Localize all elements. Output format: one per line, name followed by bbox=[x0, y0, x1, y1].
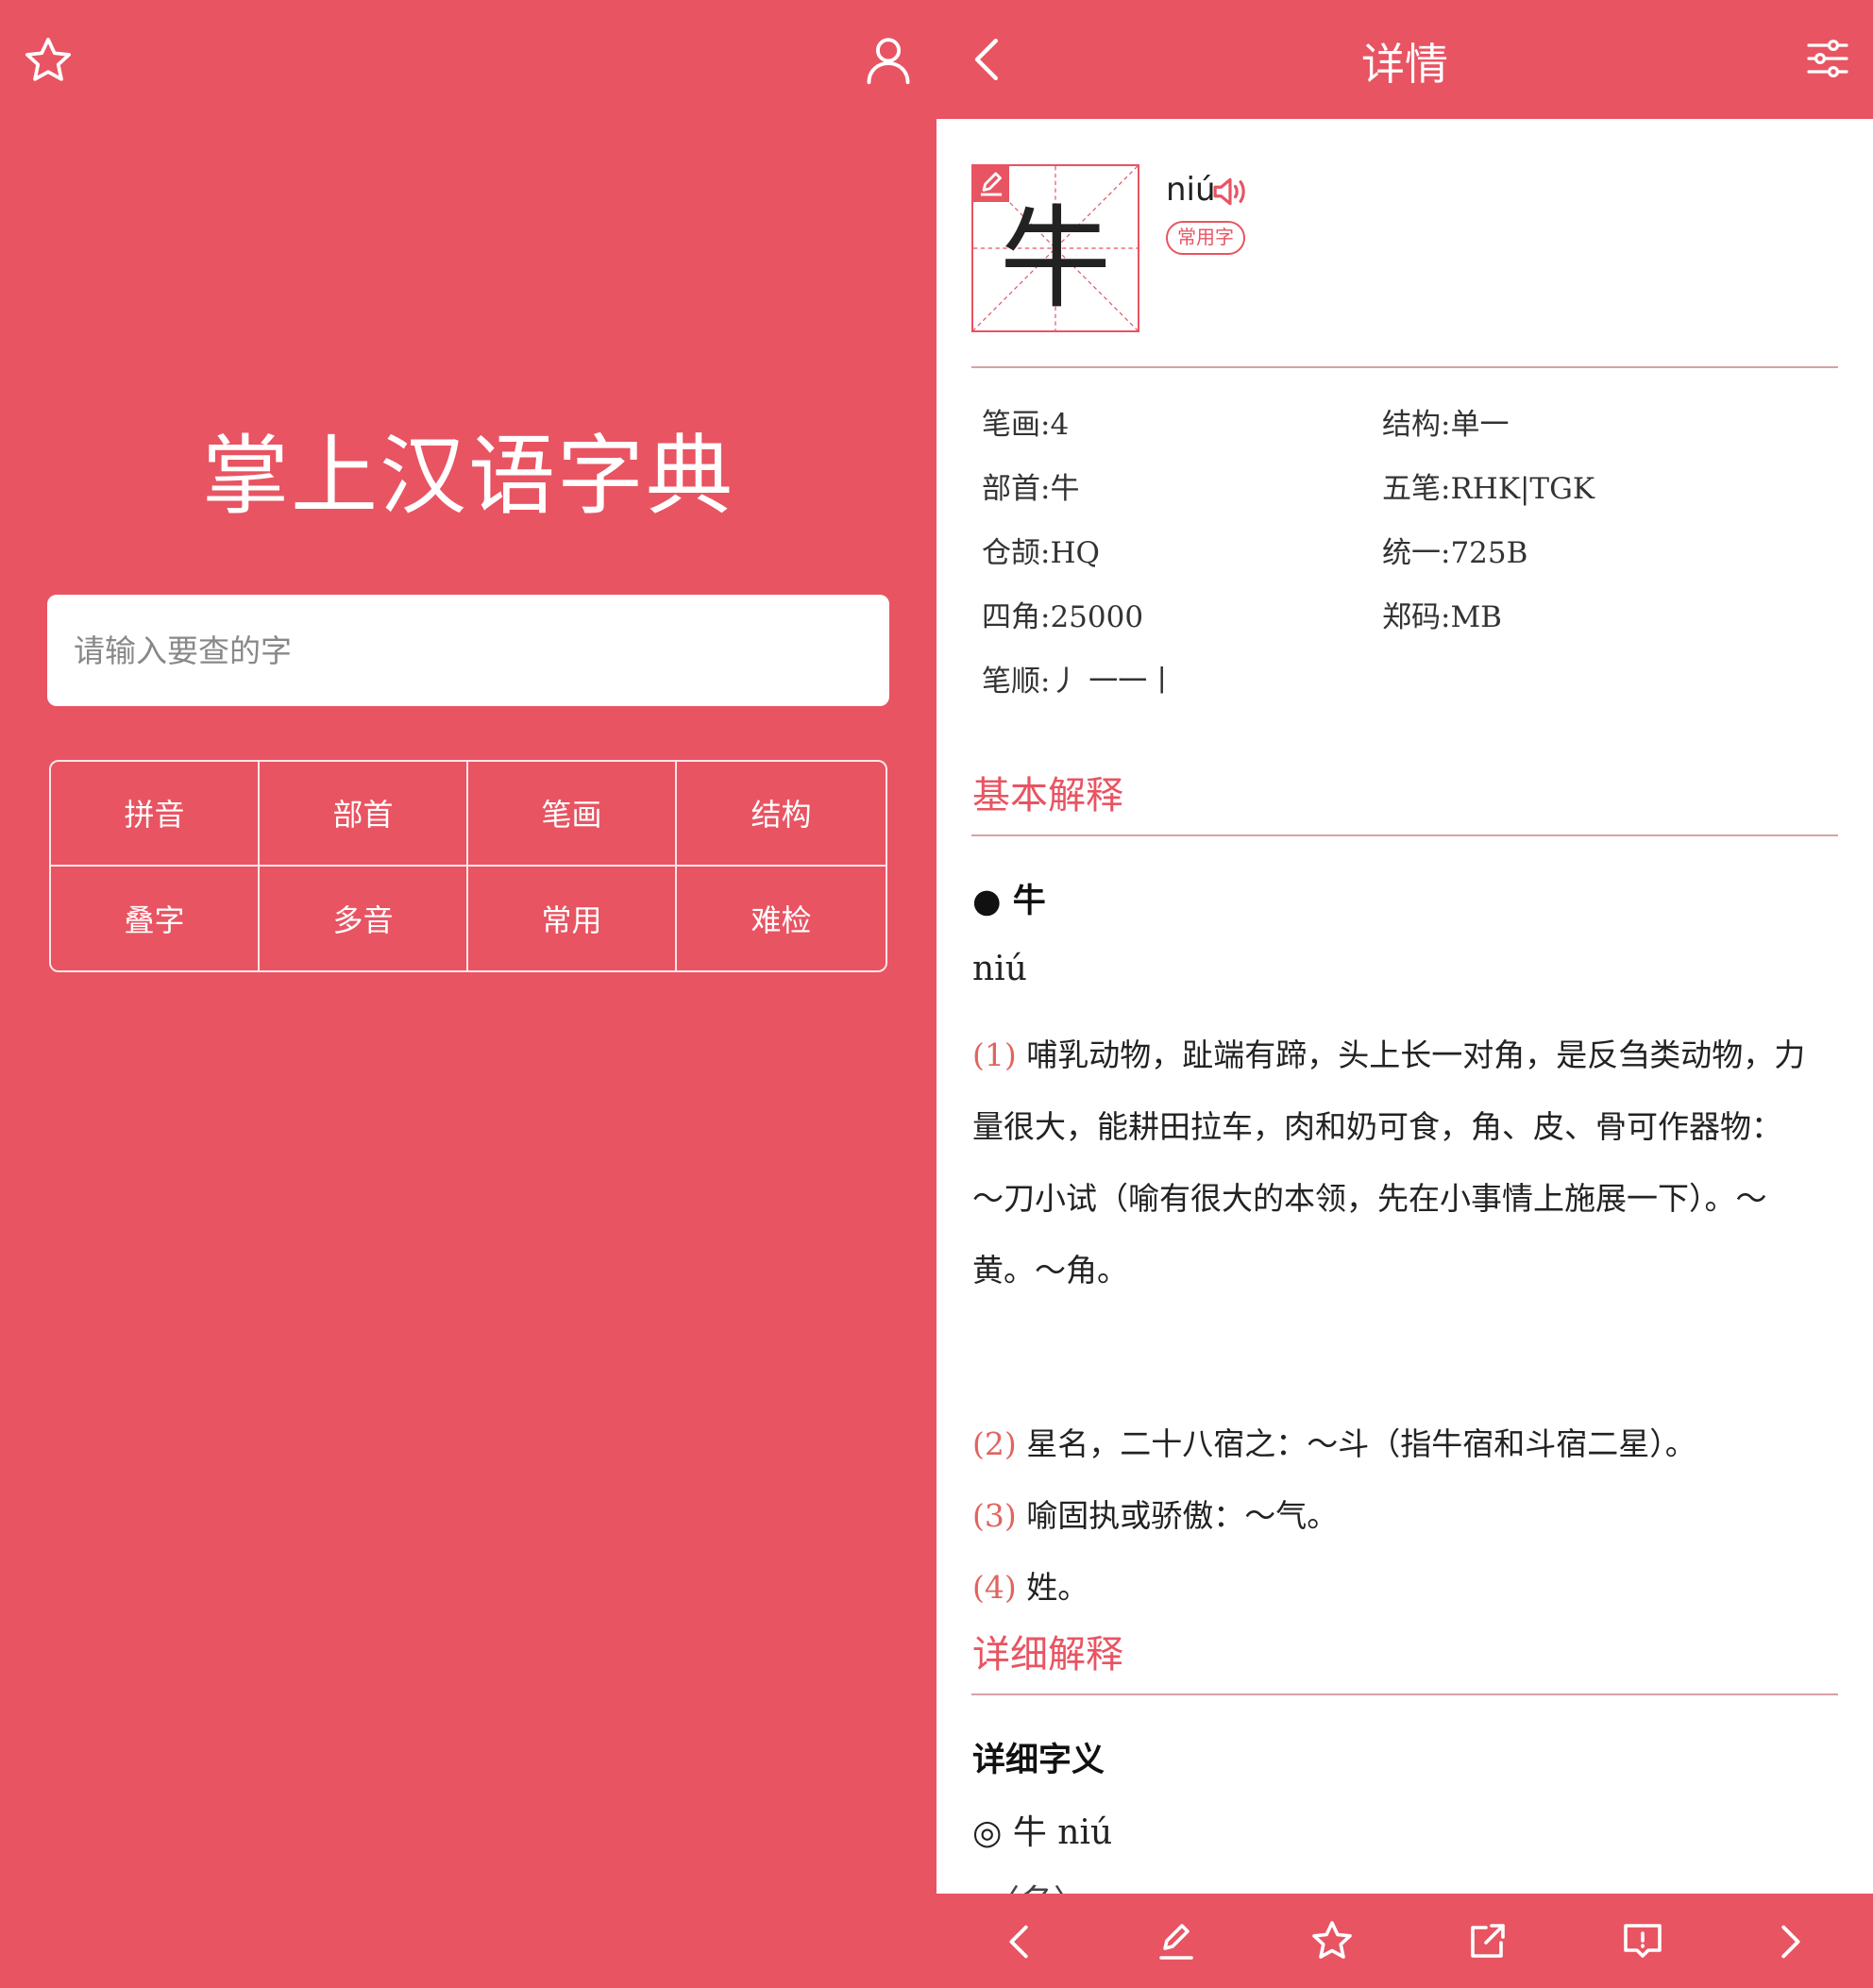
share-icon[interactable] bbox=[1465, 1918, 1510, 1963]
definition-number: (2) bbox=[972, 1425, 1017, 1462]
star-icon[interactable] bbox=[21, 34, 76, 87]
speaker-icon[interactable] bbox=[1210, 174, 1250, 210]
detailed-meaning-subtitle: 详细字义 bbox=[972, 1742, 1105, 1779]
definition-text: 星名，二十八宿之：～斗（指牛宿和斗宿二星）。 bbox=[1016, 1425, 1696, 1462]
detailed-entry: ◎ 牛 niú bbox=[972, 1813, 1113, 1852]
star-icon[interactable] bbox=[1308, 1918, 1356, 1963]
divider bbox=[971, 1693, 1838, 1695]
info-cangjie: 仓颉:HQ bbox=[982, 536, 1100, 570]
info-unicode: 统一:725B bbox=[1382, 536, 1528, 570]
info-wubi: 五笔:RHK|TGK bbox=[1382, 472, 1595, 506]
definition-1: (1) 哺乳动物，趾端有蹄，头上长一对角，是反刍类动物，力量很大，能耕田拉车，肉… bbox=[972, 1019, 1813, 1306]
character-box: 牛 bbox=[971, 164, 1139, 332]
common-char-badge: 常用字 bbox=[1166, 221, 1245, 255]
app-title: 掌上汉语字典 bbox=[201, 426, 734, 527]
basic-headword: ● 牛 bbox=[972, 883, 1046, 920]
chevron-left-icon[interactable] bbox=[999, 1920, 1042, 1963]
user-icon[interactable] bbox=[861, 32, 916, 87]
category-polyphonic[interactable]: 多音 bbox=[260, 866, 468, 970]
definition-number: (3) bbox=[972, 1497, 1017, 1534]
info-zhengma: 郑码:MB bbox=[1382, 600, 1502, 634]
divider bbox=[971, 366, 1838, 368]
sliders-icon[interactable] bbox=[1805, 36, 1850, 81]
bottom-toolbar bbox=[936, 1894, 1873, 1988]
pencil-icon[interactable] bbox=[1154, 1918, 1199, 1963]
category-structure[interactable]: 结构 bbox=[677, 762, 886, 867]
page-title: 详情 bbox=[1361, 39, 1448, 90]
info-strokes: 笔画:4 bbox=[982, 408, 1070, 442]
detail-content[interactable]: 牛 niú 常用字 笔画:4 结构:单一 部首:牛 五笔:RHK|TGK 仓颉:… bbox=[936, 119, 1873, 1894]
info-radical: 部首:牛 bbox=[982, 472, 1080, 506]
category-radical[interactable]: 部首 bbox=[260, 762, 468, 867]
info-structure: 结构:单一 bbox=[1382, 408, 1510, 442]
detailed-pos: 〈名〉 bbox=[986, 1875, 1088, 1894]
definition-text: 喻固执或骄傲：～气。 bbox=[1016, 1497, 1339, 1534]
definition-3: (3) 喻固执或骄傲：～气。 bbox=[972, 1480, 1813, 1552]
info-stroke-order: 笔顺:丿 一一丨 bbox=[982, 665, 1177, 699]
pinyin-text: niú bbox=[1166, 171, 1216, 209]
detailed-explanation-title: 详细解释 bbox=[972, 1633, 1123, 1676]
pencil-icon[interactable] bbox=[973, 166, 1009, 202]
category-pinyin[interactable]: 拼音 bbox=[51, 762, 260, 867]
report-icon[interactable] bbox=[1620, 1918, 1665, 1963]
definition-number: (4) bbox=[972, 1569, 1017, 1606]
category-common[interactable]: 常用 bbox=[468, 866, 677, 970]
category-grid: 拼音 部首 笔画 结构 叠字 多音 常用 难检 bbox=[49, 760, 887, 972]
search-input[interactable] bbox=[47, 595, 889, 706]
detail-screen: 详情 牛 niú 常用字 笔画:4 结构:单一 部首:牛 五笔:RHK|TGK … bbox=[936, 0, 1873, 1988]
definition-text: 哺乳动物，趾端有蹄，头上长一对角，是反刍类动物，力量很大，能耕田拉车，肉和奶可食… bbox=[972, 1036, 1806, 1289]
definition-number: (1) bbox=[972, 1036, 1017, 1073]
category-reduplicated[interactable]: 叠字 bbox=[51, 866, 260, 970]
chevron-right-icon[interactable] bbox=[1767, 1920, 1811, 1963]
category-hard-to-find[interactable]: 难检 bbox=[677, 867, 886, 971]
home-screen: 掌上汉语字典 拼音 部首 笔画 结构 叠字 多音 常用 难检 bbox=[0, 0, 936, 1988]
definition-text: 姓。 bbox=[1016, 1569, 1089, 1606]
info-sijiao: 四角:25000 bbox=[982, 600, 1144, 634]
basic-pinyin: niú bbox=[972, 950, 1027, 988]
basic-explanation-title: 基本解释 bbox=[972, 774, 1123, 817]
divider bbox=[971, 834, 1838, 836]
definition-4: (4) 姓。 bbox=[972, 1552, 1813, 1624]
definition-2: (2) 星名，二十八宿之：～斗（指牛宿和斗宿二星）。 bbox=[972, 1408, 1813, 1480]
category-strokes[interactable]: 笔画 bbox=[468, 762, 677, 867]
